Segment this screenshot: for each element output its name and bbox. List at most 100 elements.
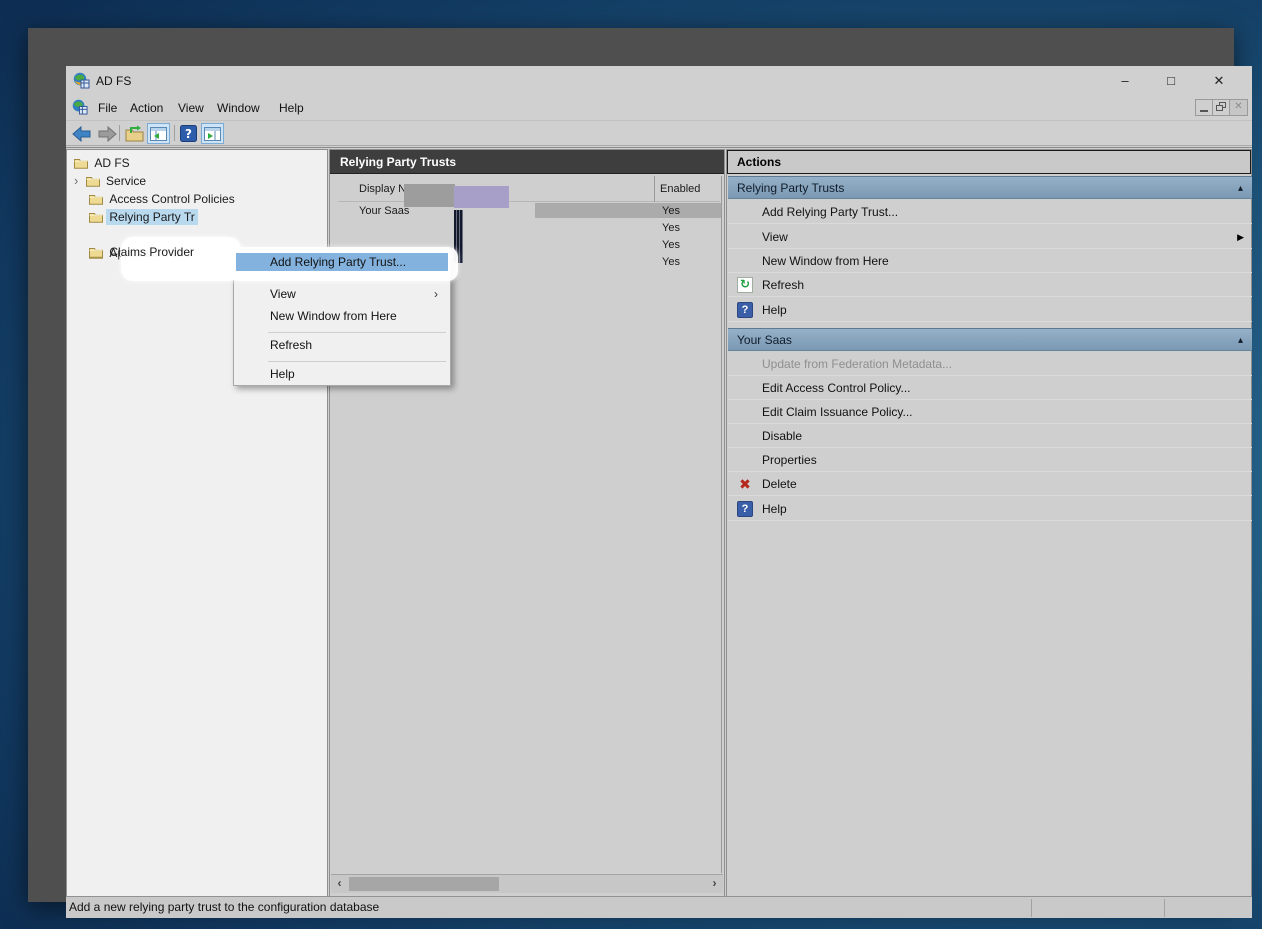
actions-pane: Actions Relying Party Trusts ▴ Add Relyi… (726, 149, 1252, 897)
expand-chevron-icon[interactable]: › (74, 173, 78, 188)
help-toolbar-icon[interactable]: ? (177, 123, 200, 144)
column-header-enabled[interactable]: Enabled (660, 183, 700, 195)
context-menu-new-window-from-here[interactable]: New Window from Here (236, 307, 448, 325)
action-help-rpt[interactable]: ? Help (728, 298, 1252, 322)
section-title: Relying Party Trusts (737, 181, 844, 195)
refresh-icon: ↻ (737, 277, 753, 293)
row3-enabled[interactable]: Yes (662, 239, 680, 251)
action-delete[interactable]: ✖ Delete (728, 472, 1252, 496)
action-label: Update from Federation Metadata... (762, 357, 952, 371)
context-menu-view[interactable]: View › (236, 285, 448, 303)
action-refresh[interactable]: ↻ Refresh (728, 273, 1252, 297)
adfs-menubar-icon (72, 99, 88, 115)
folder-icon (89, 193, 103, 205)
action-properties[interactable]: Properties (728, 448, 1252, 472)
action-edit-access-control-policy[interactable]: Edit Access Control Policy... (728, 376, 1252, 400)
export-folder-icon[interactable] (123, 123, 146, 144)
adfs-console-window: AD FS – □ ✕ File Action V (66, 66, 1252, 918)
tree-item-service[interactable]: › Service (74, 173, 149, 190)
action-help-your-saas[interactable]: ? Help (728, 497, 1252, 521)
minimize-button[interactable]: – (1110, 70, 1140, 92)
title-bar[interactable]: AD FS – □ ✕ (66, 66, 1252, 96)
status-divider (1164, 899, 1165, 917)
column-divider[interactable] (654, 176, 655, 202)
context-menu-add-relying-party-trust[interactable]: Add Relying Party Trust... (236, 253, 448, 271)
section-title: Your Saas (737, 333, 792, 347)
row2-enabled[interactable]: Yes (662, 222, 680, 234)
mdi-minimize-icon[interactable] (1196, 100, 1213, 115)
action-edit-claim-issuance-policy[interactable]: Edit Claim Issuance Policy... (728, 400, 1252, 424)
forward-icon[interactable] (95, 123, 118, 144)
tree-item-access-control-policies[interactable]: Access Control Policies (89, 191, 238, 208)
menu-separator (268, 332, 446, 333)
redaction-box-gray (404, 184, 455, 207)
action-pane-toggle-icon[interactable] (201, 123, 224, 144)
action-add-relying-party-trust[interactable]: Add Relying Party Trust... (728, 200, 1252, 224)
actions-section-your-saas[interactable]: Your Saas ▴ (728, 328, 1252, 351)
adfs-app-icon (73, 72, 90, 89)
toolbar-separator (119, 125, 120, 141)
mdi-close-icon[interactable]: ✕ (1230, 100, 1247, 115)
row1-display-name[interactable]: Your Saas (359, 205, 409, 217)
back-icon[interactable] (70, 123, 93, 144)
action-label: New Window from Here (762, 254, 889, 268)
window-frame: AD FS – □ ✕ File Action V (28, 28, 1234, 902)
action-view[interactable]: View ▶ (728, 225, 1252, 249)
menu-action[interactable]: Action (124, 99, 169, 117)
status-divider (1031, 899, 1032, 917)
action-label: Edit Access Control Policy... (762, 381, 911, 395)
menu-item-label: View (270, 287, 296, 301)
action-label: Edit Claim Issuance Policy... (762, 405, 913, 419)
context-menu: Add Relying Party Trust... View › New Wi… (233, 249, 451, 386)
row4-enabled[interactable]: Yes (662, 256, 680, 268)
scrollbar-thumb[interactable] (349, 877, 499, 891)
tree-item-relying-party-trusts[interactable]: Relying Party Tr (89, 209, 349, 226)
tree-item-label: AD FS (91, 155, 132, 171)
action-label: Disable (762, 429, 802, 443)
status-bar: Add a new relying party trust to the con… (66, 896, 1252, 918)
mdi-restore-icon[interactable] (1213, 100, 1230, 115)
desktop-background: AD FS – □ ✕ File Action V (0, 0, 1262, 929)
tree-item-label: Service (103, 173, 149, 189)
status-text: Add a new relying party trust to the con… (69, 900, 379, 914)
action-label: Properties (762, 453, 817, 467)
menu-file[interactable]: File (92, 99, 123, 117)
maximize-button[interactable]: □ (1156, 70, 1186, 92)
collapse-arrow-icon[interactable]: ▴ (1238, 177, 1243, 200)
pane-inner-border (721, 176, 722, 873)
folder-icon (89, 211, 103, 223)
scroll-left-icon[interactable]: ‹ (331, 875, 348, 893)
action-update-from-federation-metadata: Update from Federation Metadata... (728, 352, 1252, 376)
delete-icon: ✖ (737, 476, 753, 492)
submenu-arrow-icon: › (434, 285, 438, 303)
column-header-underline (338, 201, 720, 202)
close-button[interactable]: ✕ (1204, 70, 1234, 92)
action-label: Help (762, 303, 787, 317)
menu-window[interactable]: Window (211, 99, 266, 117)
action-new-window-from-here[interactable]: New Window from Here (728, 249, 1252, 273)
scroll-right-icon[interactable]: › (706, 875, 723, 893)
list-pane-header: Relying Party Trusts (330, 150, 724, 174)
tree-item-label: Claims Provider (106, 244, 197, 260)
row1-enabled[interactable]: Yes (662, 205, 680, 217)
action-disable[interactable]: Disable (728, 424, 1252, 448)
actions-section-relying-party-trusts[interactable]: Relying Party Trusts ▴ (728, 176, 1252, 199)
console-tree-toggle-icon[interactable] (147, 123, 170, 144)
selected-row-highlight[interactable] (535, 203, 721, 218)
toolbar: ? (66, 120, 1252, 146)
horizontal-scrollbar[interactable]: ‹ › (331, 874, 723, 893)
menu-bar: File Action View Window Help ✕ (66, 96, 1252, 120)
mdi-window-controls: ✕ (1195, 99, 1248, 116)
tree-item-adfs-root[interactable]: AD FS (74, 155, 133, 172)
tree-item-label-selected: Relying Party Tr (106, 209, 197, 225)
collapse-arrow-icon[interactable]: ▴ (1238, 329, 1243, 352)
toolbar-separator (174, 125, 175, 141)
context-menu-refresh[interactable]: Refresh (236, 336, 448, 354)
action-label: Add Relying Party Trust... (762, 205, 898, 219)
menu-help[interactable]: Help (273, 99, 310, 117)
context-menu-help[interactable]: Help (236, 365, 448, 383)
menu-view[interactable]: View (172, 99, 210, 117)
menu-separator (268, 361, 446, 362)
help-icon: ? (737, 501, 753, 517)
tree-item-label: Access Control Policies (106, 191, 237, 207)
